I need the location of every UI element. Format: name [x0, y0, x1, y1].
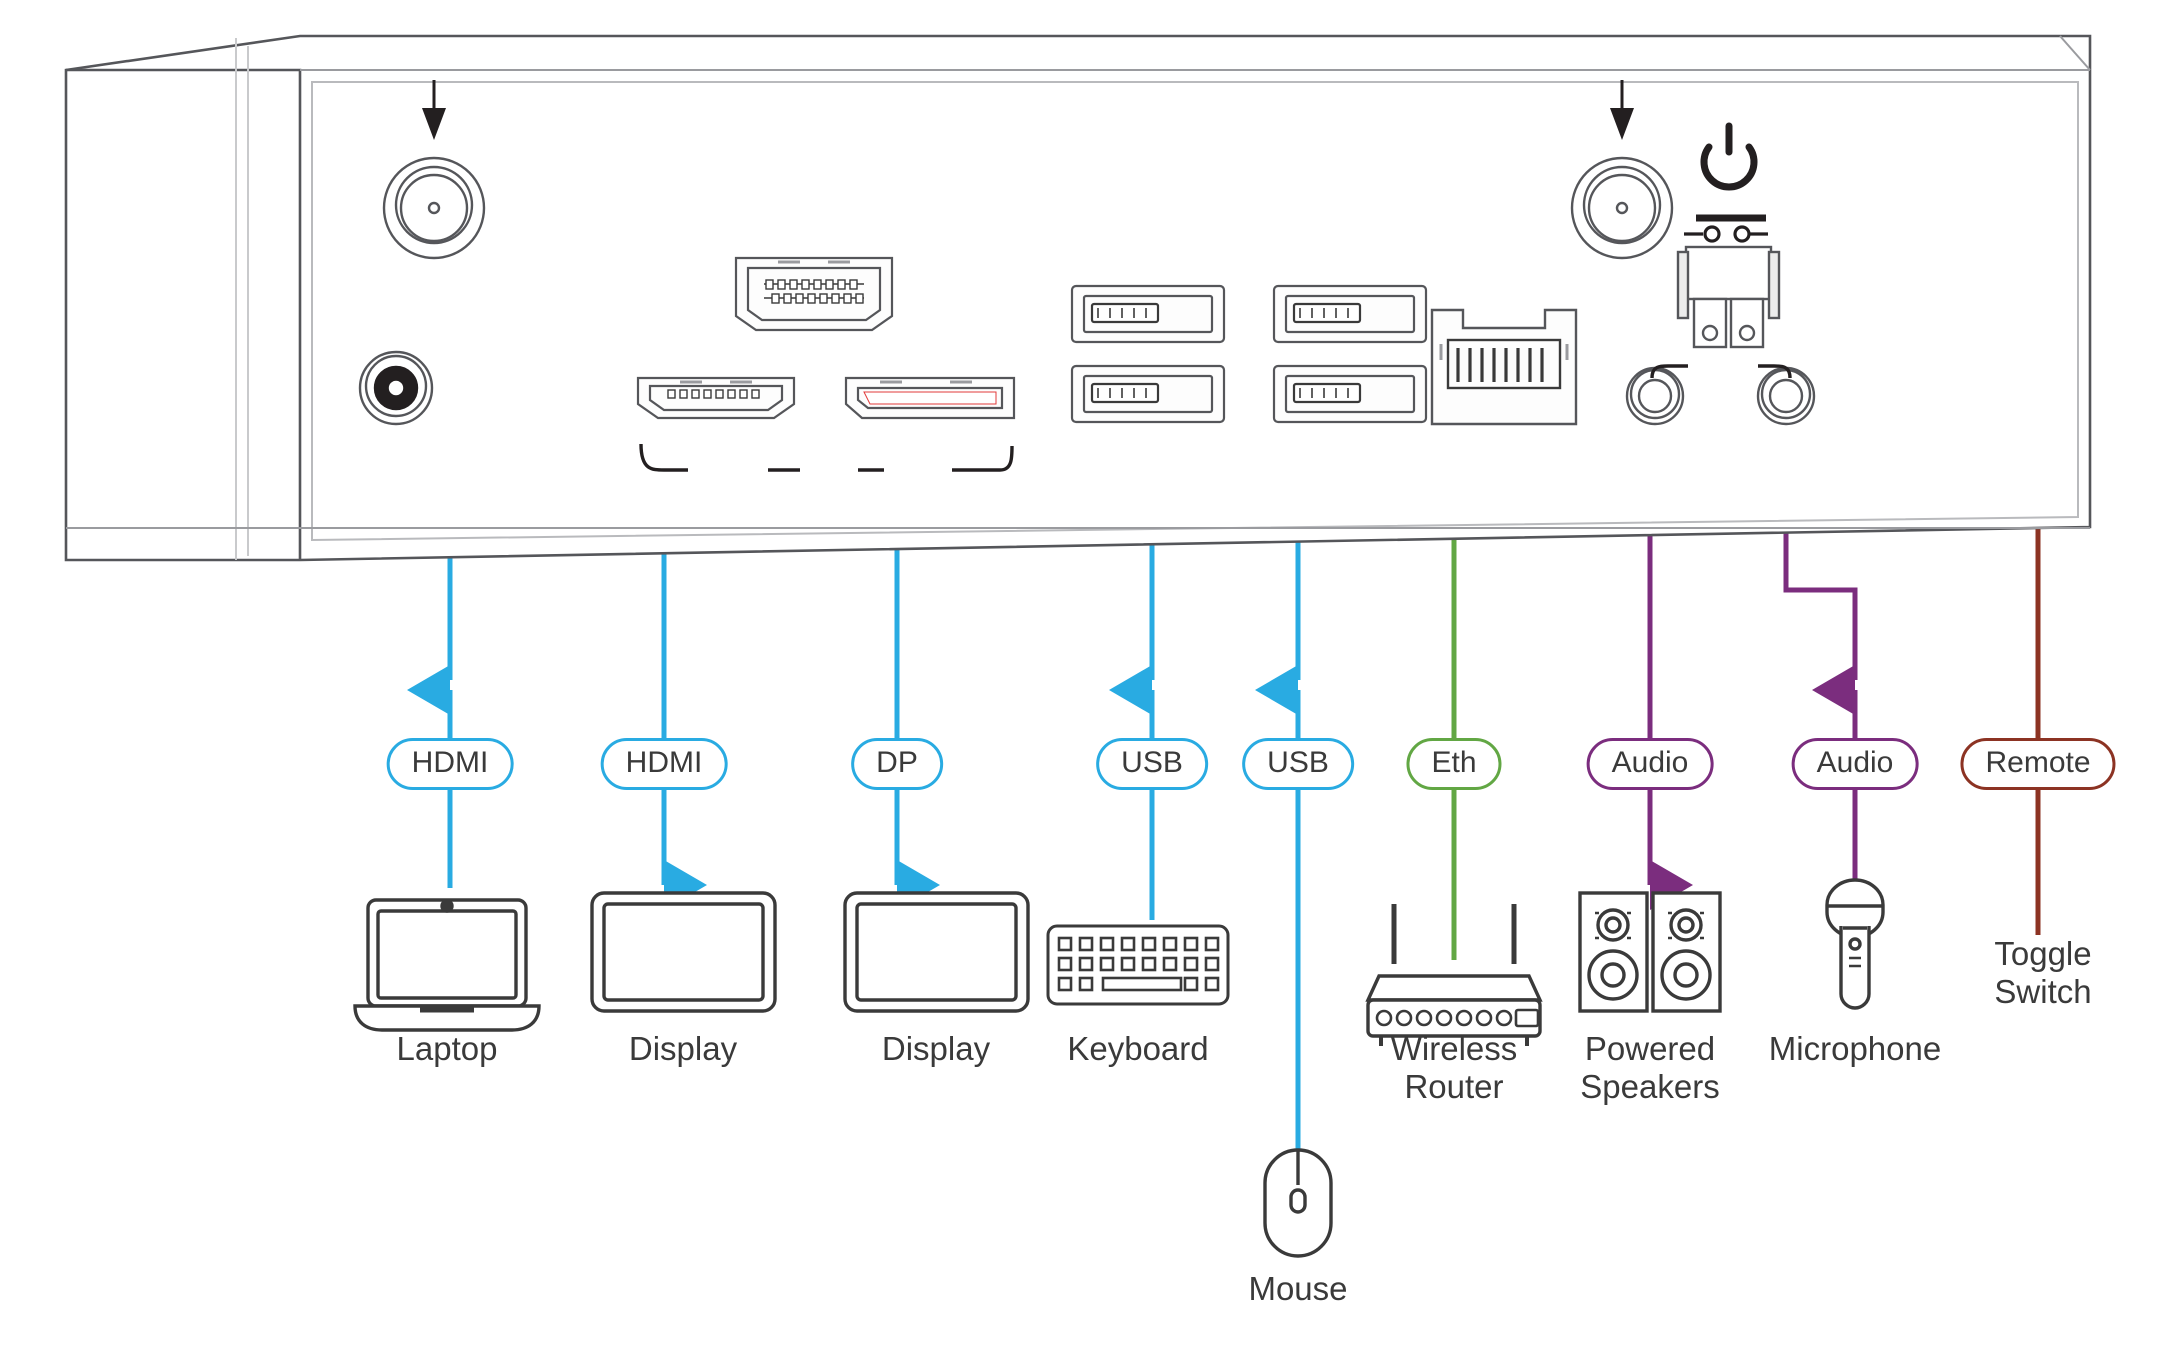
- device-icon-layer: [353, 878, 1885, 1258]
- laptop-icon: [353, 898, 541, 1032]
- mouse-icon: [1263, 1148, 1333, 1258]
- keyboard-icon: [1046, 924, 1230, 1006]
- badge-eth[interactable]: Eth: [1406, 738, 1502, 790]
- microphone-icon: [1825, 878, 1885, 1010]
- badge-dp[interactable]: DP: [851, 738, 943, 790]
- badge-usb-keyboard[interactable]: USB: [1096, 738, 1208, 790]
- badge-hdmi-display[interactable]: HDMI: [600, 738, 728, 790]
- connection-diagram: DC IN19V HDMITM IN HDMITM OUT DP USB 3.0…: [0, 0, 2160, 1353]
- wireless-router-icon: [1365, 904, 1543, 1046]
- display-dp-icon: [843, 891, 1030, 1013]
- badge-usb-mouse[interactable]: USB: [1242, 738, 1354, 790]
- badge-hdmi-laptop[interactable]: HDMI: [386, 738, 514, 790]
- badge-audio-speakers[interactable]: Audio: [1586, 738, 1714, 790]
- display-hdmi-icon: [590, 891, 777, 1013]
- badge-audio-microphone[interactable]: Audio: [1791, 738, 1919, 790]
- powered-speakers-icon: [1578, 891, 1722, 1013]
- badge-remote[interactable]: Remote: [1960, 738, 2116, 790]
